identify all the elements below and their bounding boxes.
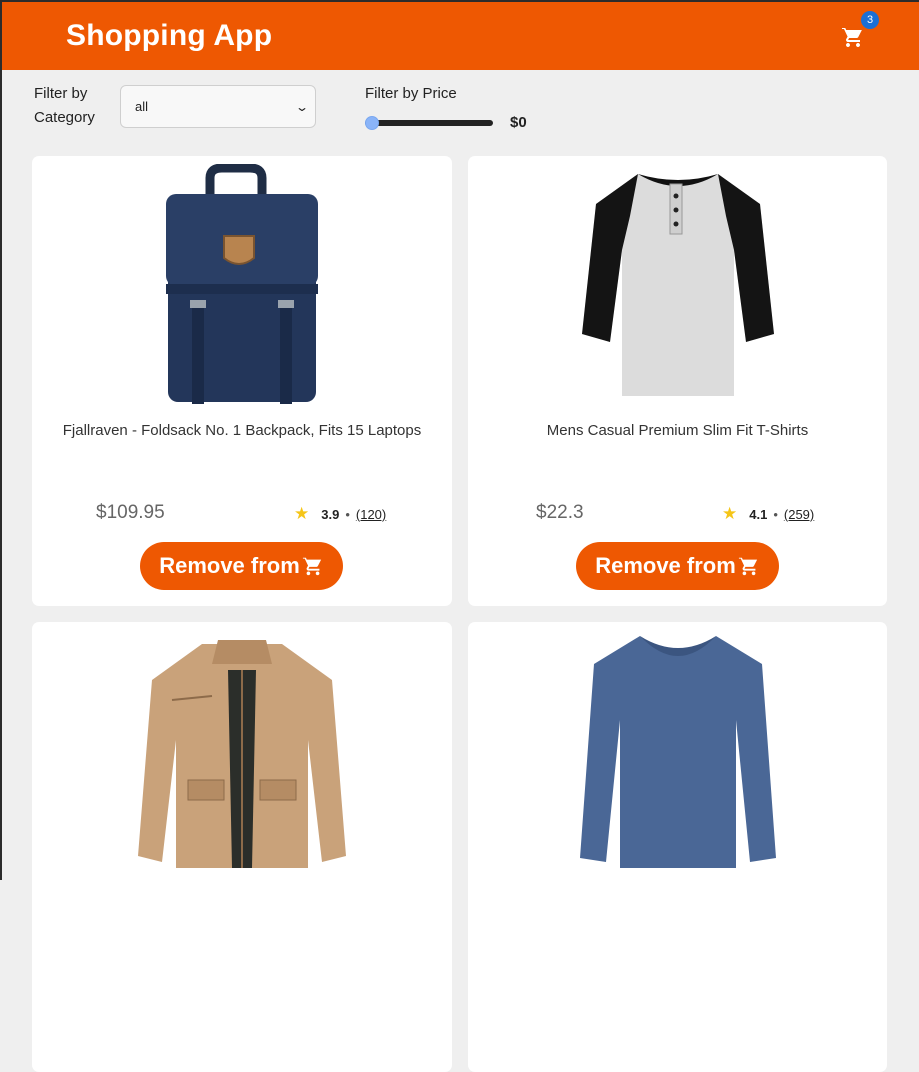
product-rating: ★ 3.9 • (120) xyxy=(294,504,386,524)
remove-from-cart-button[interactable]: Remove from xyxy=(576,542,779,590)
star-icon: ★ xyxy=(722,504,738,523)
product-image-tshirt[interactable] xyxy=(468,164,887,404)
product-price: $22.3 xyxy=(536,502,584,523)
remove-button-label: Remove from xyxy=(595,553,736,578)
price-slider-thumb[interactable] xyxy=(365,116,379,130)
cart-icon xyxy=(302,556,321,576)
product-card xyxy=(468,622,887,1072)
long-sleeve-shirt-image xyxy=(579,636,776,868)
price-filter-value: $0 xyxy=(510,114,527,131)
cart-icon xyxy=(842,27,862,47)
product-card xyxy=(32,622,452,1072)
price-filter-label: Filter by Price xyxy=(365,85,457,102)
product-card: Fjallraven - Foldsack No. 1 Backpack, Fi… xyxy=(32,156,452,606)
product-image-long-sleeve[interactable] xyxy=(468,630,887,870)
star-icon: ★ xyxy=(294,504,310,523)
category-filter-label: Filter by Category xyxy=(34,85,95,126)
product-card: Mens Casual Premium Slim Fit T-Shirts $2… xyxy=(468,156,887,606)
product-rating: ★ 4.1 • (259) xyxy=(722,504,814,524)
backpack-image xyxy=(166,164,318,404)
tshirt-image xyxy=(581,174,774,396)
rating-separator: • xyxy=(345,506,350,522)
price-slider-track xyxy=(365,120,493,126)
product-price: $109.95 xyxy=(96,502,165,523)
cart-icon xyxy=(738,556,757,576)
app-title: Shopping App xyxy=(66,19,273,52)
filters-bar: Filter by Category all ⌄ Filter by Price… xyxy=(2,70,919,158)
remove-from-cart-button[interactable]: Remove from xyxy=(140,542,343,590)
jacket-image xyxy=(138,640,346,868)
category-select-value: all xyxy=(135,99,149,114)
cart-button[interactable]: 3 xyxy=(841,11,879,49)
product-title[interactable]: Fjallraven - Foldsack No. 1 Backpack, Fi… xyxy=(32,422,452,439)
rating-value: 4.1 xyxy=(749,506,768,522)
app-header: Shopping App 3 xyxy=(2,2,919,70)
rating-value: 3.9 xyxy=(321,506,340,522)
product-image-backpack[interactable] xyxy=(32,164,452,404)
chevron-down-icon: ⌄ xyxy=(294,99,310,114)
category-select[interactable]: all ⌄ xyxy=(120,85,316,128)
rating-count-link[interactable]: (259) xyxy=(784,507,814,522)
product-title[interactable]: Mens Casual Premium Slim Fit T-Shirts xyxy=(468,422,887,439)
remove-button-label: Remove from xyxy=(159,553,300,578)
rating-count-link[interactable]: (120) xyxy=(356,507,386,522)
rating-separator: • xyxy=(773,506,778,522)
product-image-jacket[interactable] xyxy=(32,630,452,870)
cart-count-badge: 3 xyxy=(861,11,879,29)
product-grid: Fjallraven - Foldsack No. 1 Backpack, Fi… xyxy=(32,156,887,1072)
price-slider[interactable] xyxy=(365,116,493,130)
